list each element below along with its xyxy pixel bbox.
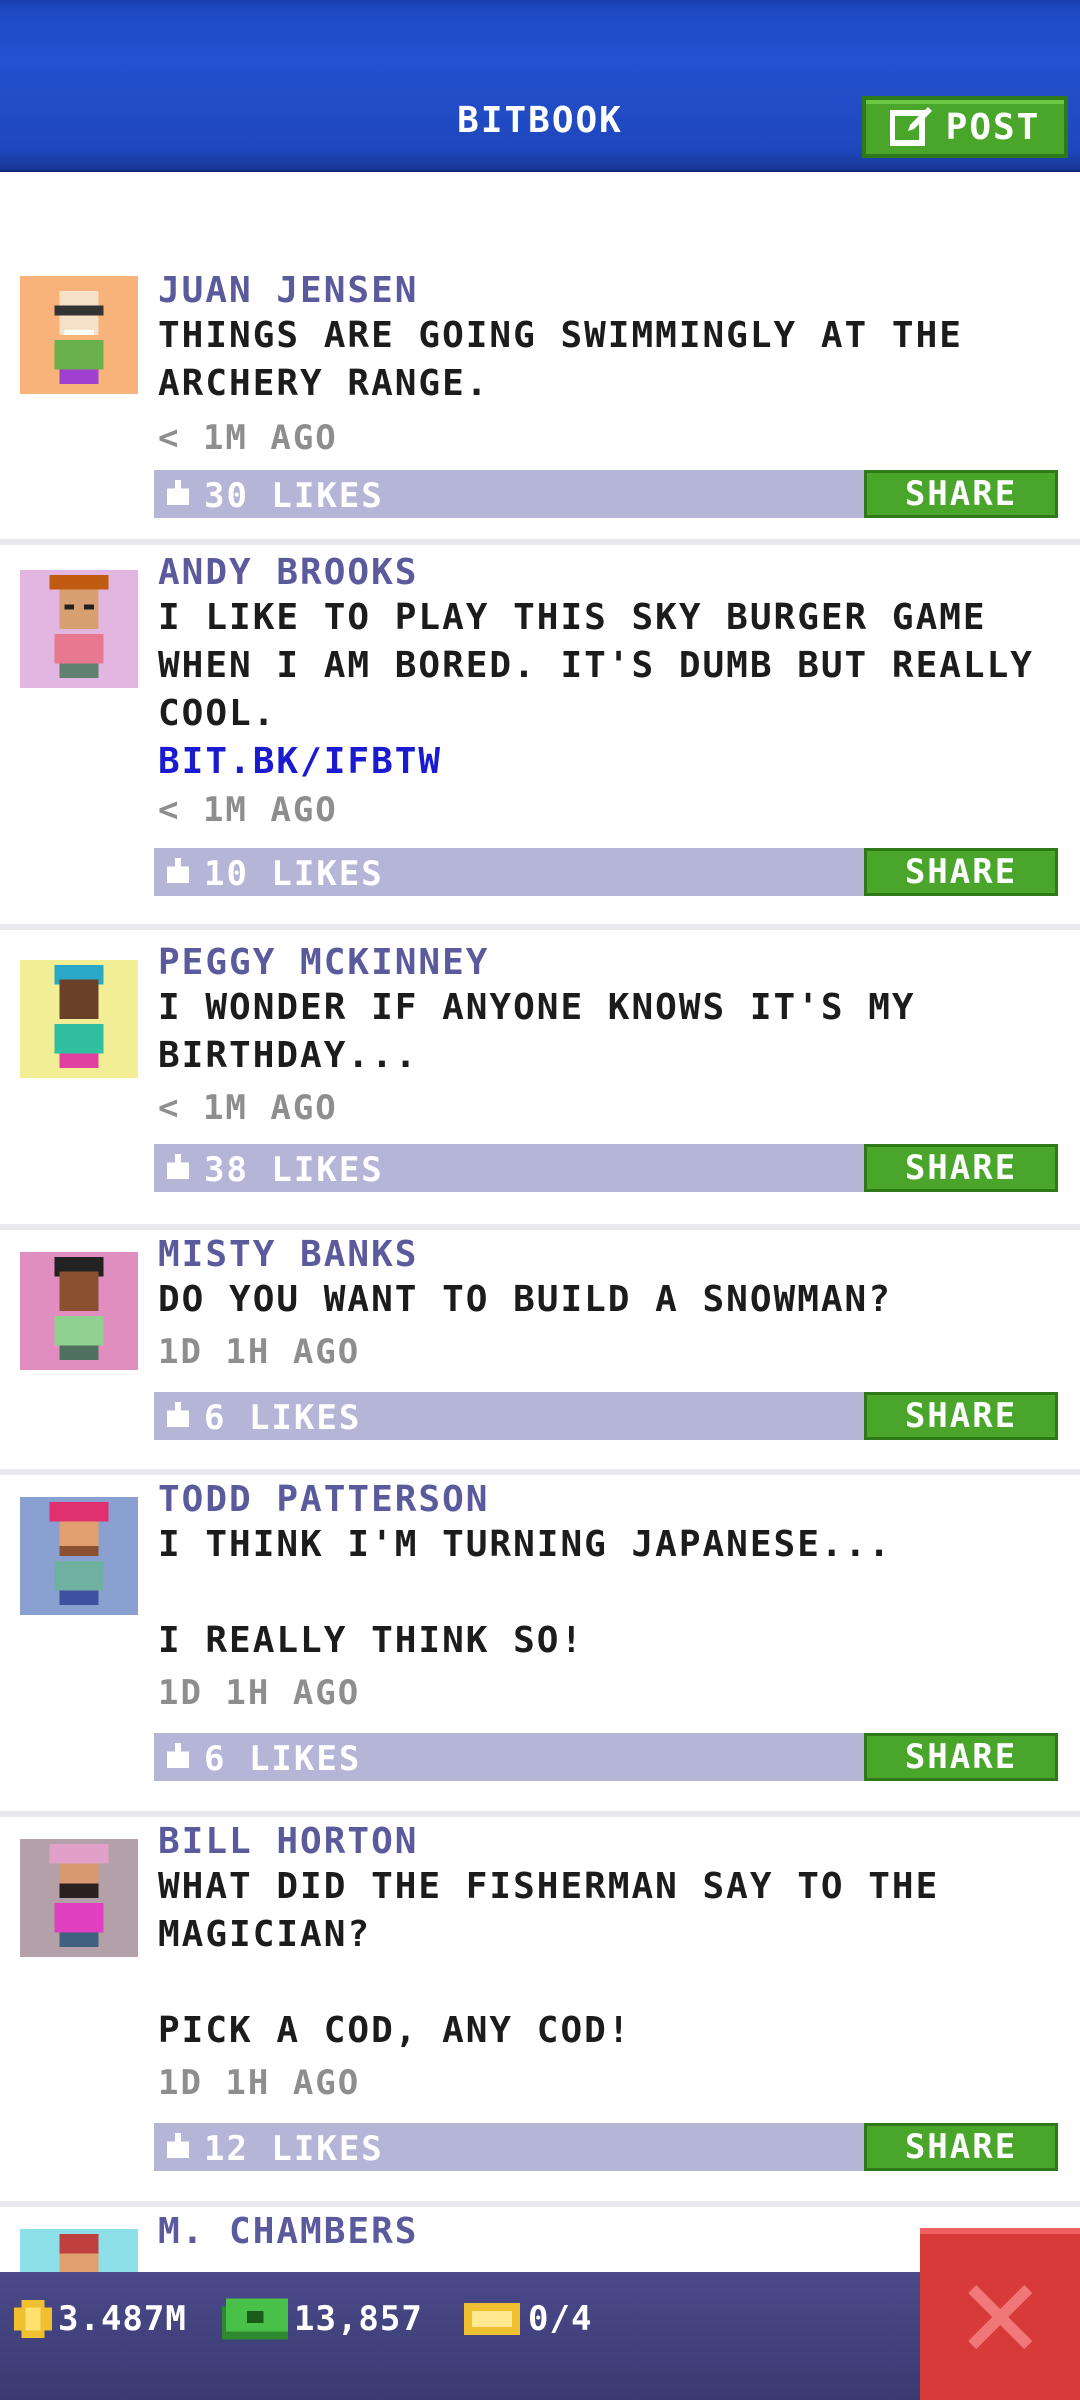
feed-post: PEGGY MCKINNEY I WONDER IF ANYONE KNOWS … [0,938,1080,1230]
bux-icon [222,2298,288,2340]
post-author[interactable]: JUAN JENSEN [158,270,418,311]
likes-count: 6 LIKES [204,1398,362,1438]
post-author[interactable]: TODD PATTERSON [158,1479,489,1520]
feed-post: ANDY BROOKS I LIKE TO PLAY THIS SKY BURG… [0,550,1080,930]
avatar[interactable] [20,1497,138,1615]
post-timestamp: 1D 1H AGO [158,2063,361,2103]
post-author[interactable]: PEGGY MCKINNEY [158,942,489,983]
share-button[interactable]: SHARE [864,848,1058,896]
post-timestamp: 1D 1H AGO [158,1673,361,1713]
feed-post: TODD PATTERSON I THINK I'M TURNING JAPAN… [0,1475,1080,1817]
post-body: I THINK I'M TURNING JAPANESE... I REALLY… [158,1524,892,1661]
likes-count: 12 LIKES [204,2129,384,2169]
post-body: I LIKE TO PLAY THIS SKY BURGER GAME WHEN… [158,597,1034,734]
share-button[interactable]: SHARE [864,470,1058,518]
avatar[interactable] [20,1839,138,1957]
post-author[interactable]: MISTY BANKS [158,1234,418,1275]
post-author[interactable]: BILL HORTON [158,1821,418,1862]
currency-bar: 3.487M 13,857 0/4 [0,2272,1080,2400]
bux-stat: 13,857 [222,2294,423,2344]
share-button[interactable]: SHARE [864,1392,1058,1440]
thumbs-up-icon [166,1154,190,1180]
avatar[interactable] [20,570,138,688]
post-timestamp: < 1M AGO [158,418,338,458]
likes-count: 38 LIKES [204,1150,384,1190]
share-button[interactable]: SHARE [864,2123,1058,2171]
coin-icon [14,2300,52,2338]
thumbs-up-icon [166,2133,190,2159]
post-button-label: POST [945,106,1041,148]
feed-post: BILL HORTON WHAT DID THE FISHERMAN SAY T… [0,1817,1080,2207]
thumbs-up-icon [166,1743,190,1769]
post-author[interactable]: M. CHAMBERS [158,2211,418,2252]
post-link[interactable]: BIT.BK/IFBTW [158,738,1038,786]
post-author[interactable]: ANDY BROOKS [158,552,418,593]
avatar[interactable] [20,1252,138,1370]
post-button[interactable]: POST [862,96,1068,158]
post-body: I WONDER IF ANYONE KNOWS IT'S MY BIRTHDA… [158,987,916,1076]
share-button[interactable]: SHARE [864,1144,1058,1192]
share-button[interactable]: SHARE [864,1733,1058,1781]
post-body: DO YOU WANT TO BUILD A SNOWMAN? [158,1279,892,1320]
thumbs-up-icon [166,858,190,884]
post-timestamp: < 1M AGO [158,790,338,830]
tickets-stat: 0/4 [462,2294,592,2344]
likes-count: 6 LIKES [204,1739,362,1779]
ticket-icon [464,2303,520,2335]
coins-stat: 3.487M [14,2294,187,2344]
post-timestamp: < 1M AGO [158,1088,338,1128]
bux-value: 13,857 [294,2299,423,2339]
thumbs-up-icon [166,480,190,506]
thumbs-up-icon [166,1402,190,1428]
feed-post: JUAN JENSEN THINGS ARE GOING SWIMMINGLY … [0,270,1080,545]
avatar[interactable] [20,276,138,394]
close-button[interactable] [920,2228,1080,2400]
post-timestamp: 1D 1H AGO [158,1332,361,1372]
close-icon [968,2285,1032,2349]
tickets-value: 0/4 [528,2299,593,2339]
edit-icon [889,107,932,146]
post-body: WHAT DID THE FISHERMAN SAY TO THE MAGICI… [158,1866,940,2051]
coins-value: 3.487M [58,2299,187,2339]
post-body: THINGS ARE GOING SWIMMINGLY AT THE ARCHE… [158,315,963,404]
feed-post: MISTY BANKS DO YOU WANT TO BUILD A SNOWM… [0,1230,1080,1475]
header-bar: BITBOOK POST [0,0,1080,172]
likes-count: 30 LIKES [204,476,384,516]
avatar[interactable] [20,960,138,1078]
likes-count: 10 LIKES [204,854,384,894]
